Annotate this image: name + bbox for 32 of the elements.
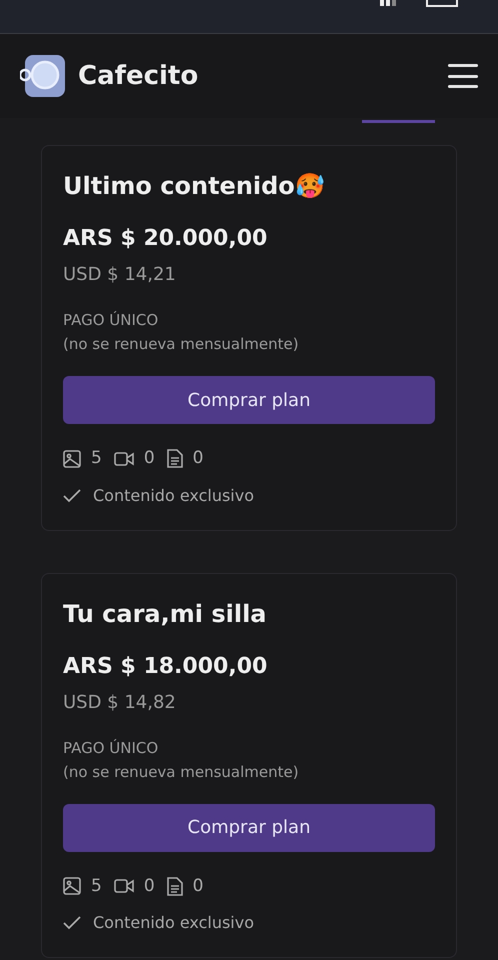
feature-text: Contenido exclusivo: [93, 912, 254, 934]
payment-type: PAGO ÚNICO: [63, 738, 160, 758]
brand-name: Cafecito: [78, 60, 198, 92]
buy-plan-button[interactable]: Comprar plan: [63, 804, 435, 852]
count-value: 5: [91, 447, 102, 470]
count-value: 5: [91, 874, 102, 898]
count-value: 0: [192, 447, 204, 470]
count-value: 0: [144, 447, 155, 470]
buy-plan-button[interactable]: Comprar plan: [63, 376, 435, 424]
video-camera-icon: [114, 878, 134, 894]
image-icon: [63, 877, 81, 896]
battery-icon: [426, 0, 458, 8]
renewal-note: (no se renueva mensualmente): [63, 334, 300, 355]
plan-title: Ultimo contenido🥵: [63, 171, 326, 202]
payment-type: PAGO ÚNICO: [63, 310, 160, 331]
document-icon: [166, 449, 183, 468]
plan-price: ARS $ 20.000,00: [63, 225, 268, 253]
menu-button[interactable]: [448, 64, 478, 88]
check-icon: [63, 916, 81, 930]
plan-price: ARS $ 18.000,00: [63, 652, 268, 680]
video-camera-icon: [114, 450, 134, 467]
image-icon: [63, 450, 81, 468]
renewal-note: (no se renueva mensualmente): [63, 762, 300, 782]
count-value: 0: [144, 874, 155, 898]
usd-price: USD $ 14,21: [63, 263, 177, 287]
plan-title: Tu cara,mi silla: [63, 598, 268, 630]
check-icon: [63, 488, 81, 502]
logo-icon: [20, 55, 66, 97]
usd-price: USD $ 14,82: [63, 690, 177, 714]
document-icon: [166, 876, 183, 896]
feature-text: Contenido exclusivo: [93, 484, 254, 506]
count-value: 0: [192, 874, 204, 898]
